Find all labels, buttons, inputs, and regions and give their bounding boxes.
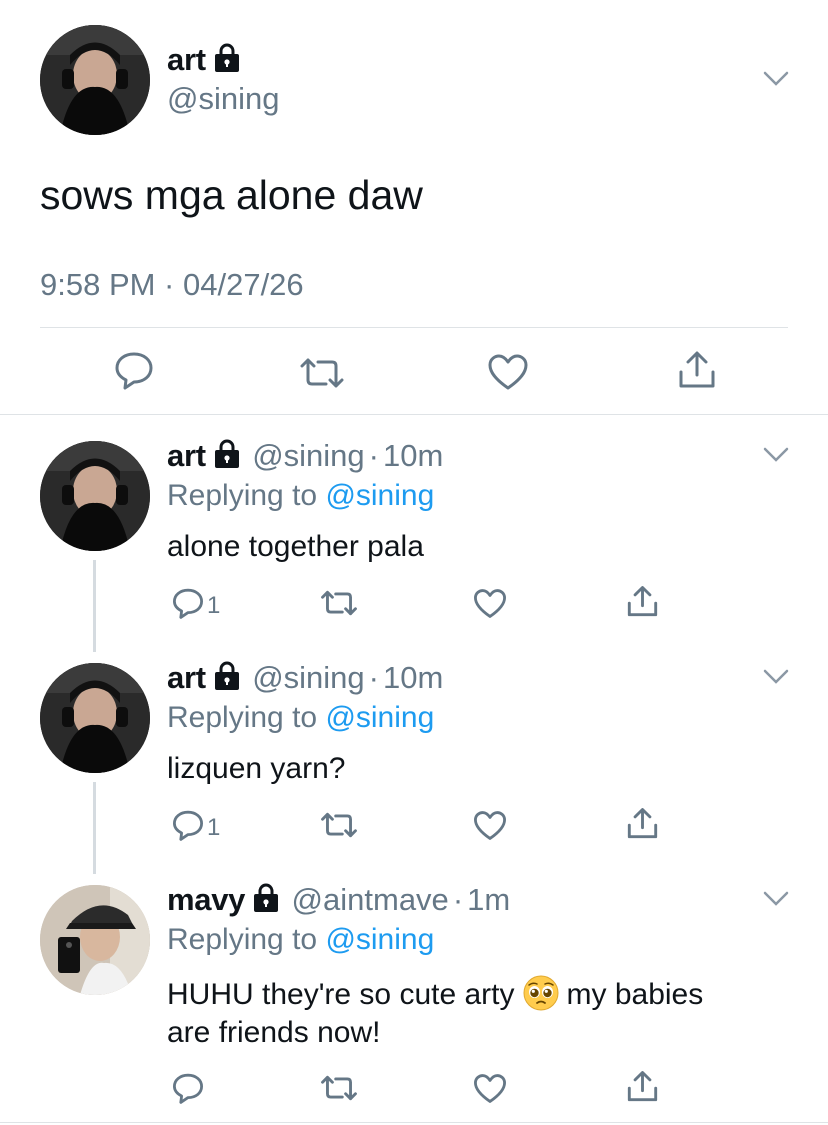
- chevron-down-icon[interactable]: [762, 668, 790, 686]
- separator: ·: [452, 882, 464, 917]
- reply-text: lizquen yarn?: [167, 752, 346, 785]
- handle[interactable]: @aintmave: [292, 882, 449, 917]
- avatar-image: [40, 663, 150, 773]
- replying-to: Replying to @sining: [167, 923, 434, 957]
- chevron-down-icon[interactable]: [762, 446, 790, 464]
- avatar[interactable]: [40, 441, 150, 551]
- avatar[interactable]: [40, 25, 150, 135]
- chevron-down-icon[interactable]: [762, 70, 790, 88]
- reply-icon[interactable]: [171, 809, 205, 841]
- like-icon[interactable]: [473, 810, 507, 841]
- divider: [0, 1122, 828, 1123]
- share-icon[interactable]: [626, 585, 659, 618]
- replying-to: Replying to @sining: [167, 479, 434, 513]
- replying-to-label: Replying to: [167, 923, 326, 956]
- handle[interactable]: @sining: [252, 438, 364, 473]
- reply-icon[interactable]: [171, 587, 205, 619]
- retweet-icon[interactable]: [319, 1074, 359, 1102]
- reply-icon[interactable]: [171, 1072, 205, 1104]
- avatar-image: [40, 441, 150, 551]
- reply-text-line: are friends now!: [167, 1016, 381, 1049]
- reply-count: 1: [207, 592, 221, 619]
- avatar-image: [40, 25, 150, 135]
- tweet-text: sows mga alone daw: [40, 172, 423, 218]
- avatar[interactable]: [40, 885, 150, 995]
- reply-count: 1: [207, 814, 221, 841]
- retweet-icon[interactable]: [319, 811, 359, 839]
- reply-text: HUHU they're so cute arty my babies: [167, 975, 703, 1012]
- chevron-down-icon[interactable]: [762, 890, 790, 908]
- divider: [40, 327, 788, 328]
- relative-time[interactable]: 10m: [383, 660, 443, 695]
- relative-time[interactable]: 10m: [383, 438, 443, 473]
- share-icon[interactable]: [626, 807, 659, 840]
- reply-text-part: my babies: [566, 978, 704, 1011]
- reply-icon[interactable]: [113, 350, 155, 390]
- reply-header: mavy @aintmave · 1m: [167, 882, 510, 918]
- reply-header: art @sining · 10m: [167, 438, 443, 474]
- avatar-image: [40, 885, 150, 995]
- lock-icon: [254, 883, 279, 912]
- thread-line: [93, 782, 96, 874]
- lock-icon: [214, 439, 239, 468]
- handle[interactable]: @sining: [252, 660, 364, 695]
- separator: ·: [368, 438, 379, 473]
- main-author[interactable]: art: [167, 42, 240, 78]
- handle[interactable]: @sining: [167, 81, 279, 117]
- pleading-face-emoji: [523, 975, 559, 1011]
- replying-to-link[interactable]: @sining: [325, 923, 434, 956]
- separator: ·: [368, 660, 379, 695]
- display-name[interactable]: art: [167, 438, 206, 473]
- replying-to: Replying to @sining: [167, 701, 434, 735]
- replying-to-label: Replying to: [167, 479, 326, 512]
- display-name[interactable]: art: [167, 660, 206, 695]
- thread-line: [93, 560, 96, 652]
- share-icon[interactable]: [626, 1070, 659, 1103]
- retweet-icon[interactable]: [298, 356, 346, 390]
- reply-header: art @sining · 10m: [167, 660, 443, 696]
- reply-text: alone together pala: [167, 530, 424, 563]
- display-name[interactable]: art: [167, 42, 206, 77]
- like-icon[interactable]: [473, 1073, 507, 1104]
- share-icon[interactable]: [677, 350, 717, 390]
- display-name[interactable]: mavy: [167, 882, 245, 917]
- relative-time[interactable]: 1m: [467, 882, 510, 917]
- replying-to-link[interactable]: @sining: [325, 479, 434, 512]
- reply-text-part: HUHU they're so cute arty: [167, 978, 515, 1011]
- like-icon[interactable]: [487, 353, 529, 391]
- like-icon[interactable]: [473, 588, 507, 619]
- replying-to-link[interactable]: @sining: [325, 701, 434, 734]
- lock-icon: [214, 43, 239, 72]
- avatar[interactable]: [40, 663, 150, 773]
- divider: [0, 414, 828, 415]
- replying-to-label: Replying to: [167, 701, 326, 734]
- retweet-icon[interactable]: [319, 589, 359, 617]
- timestamp[interactable]: 9:58 PM · 04/27/26: [40, 267, 304, 303]
- lock-icon: [214, 661, 239, 690]
